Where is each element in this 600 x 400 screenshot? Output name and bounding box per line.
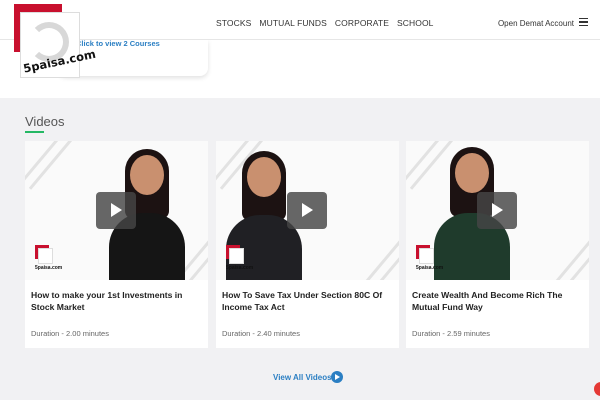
video-thumbnail[interactable]: 5paisa.com (25, 141, 208, 280)
video-duration: Duration - 2.59 minutes (412, 329, 490, 338)
thumbnail-logo: 5paisa.com (226, 245, 253, 271)
view-all-videos-link[interactable]: View All Videos (273, 373, 332, 382)
brand-logo[interactable]: 5paisa.com (14, 4, 97, 90)
play-icon[interactable] (477, 192, 517, 229)
video-title[interactable]: Create Wealth And Become Rich The Mutual… (412, 289, 588, 313)
thumbnail-logo: 5paisa.com (416, 245, 443, 271)
videos-section-title: Videos (25, 114, 65, 129)
video-duration: Duration - 2.00 minutes (31, 329, 109, 338)
video-card[interactable]: 5paisa.com How To Save Tax Under Section… (216, 141, 399, 348)
video-duration: Duration - 2.40 minutes (222, 329, 300, 338)
hamburger-menu-icon[interactable] (579, 18, 588, 27)
video-title[interactable]: How To Save Tax Under Section 80C Of Inc… (222, 289, 398, 313)
video-thumbnail[interactable]: 5paisa.com (406, 141, 589, 280)
open-demat-account-link[interactable]: Open Demat Account (498, 19, 574, 28)
nav-stocks[interactable]: STOCKS (216, 18, 251, 28)
chevron-right-icon[interactable] (331, 371, 343, 383)
video-title[interactable]: How to make your 1st Investments in Stoc… (31, 289, 207, 313)
top-header: STOCKS MUTUAL FUNDS CORPORATE SCHOOL Ope… (0, 0, 600, 40)
chat-widget-button[interactable] (594, 382, 600, 396)
nav-school[interactable]: SCHOOL (397, 18, 434, 28)
title-underline (25, 131, 44, 133)
thumbnail-logo: 5paisa.com (35, 245, 62, 271)
main-nav: STOCKS MUTUAL FUNDS CORPORATE SCHOOL (216, 18, 434, 28)
nav-corporate[interactable]: CORPORATE (335, 18, 389, 28)
video-card[interactable]: 5paisa.com How to make your 1st Investme… (25, 141, 208, 348)
video-thumbnail[interactable]: 5paisa.com (216, 141, 399, 280)
video-card[interactable]: 5paisa.com Create Wealth And Become Rich… (406, 141, 589, 348)
play-icon[interactable] (96, 192, 136, 229)
play-icon[interactable] (287, 192, 327, 229)
nav-mutual-funds[interactable]: MUTUAL FUNDS (259, 18, 326, 28)
